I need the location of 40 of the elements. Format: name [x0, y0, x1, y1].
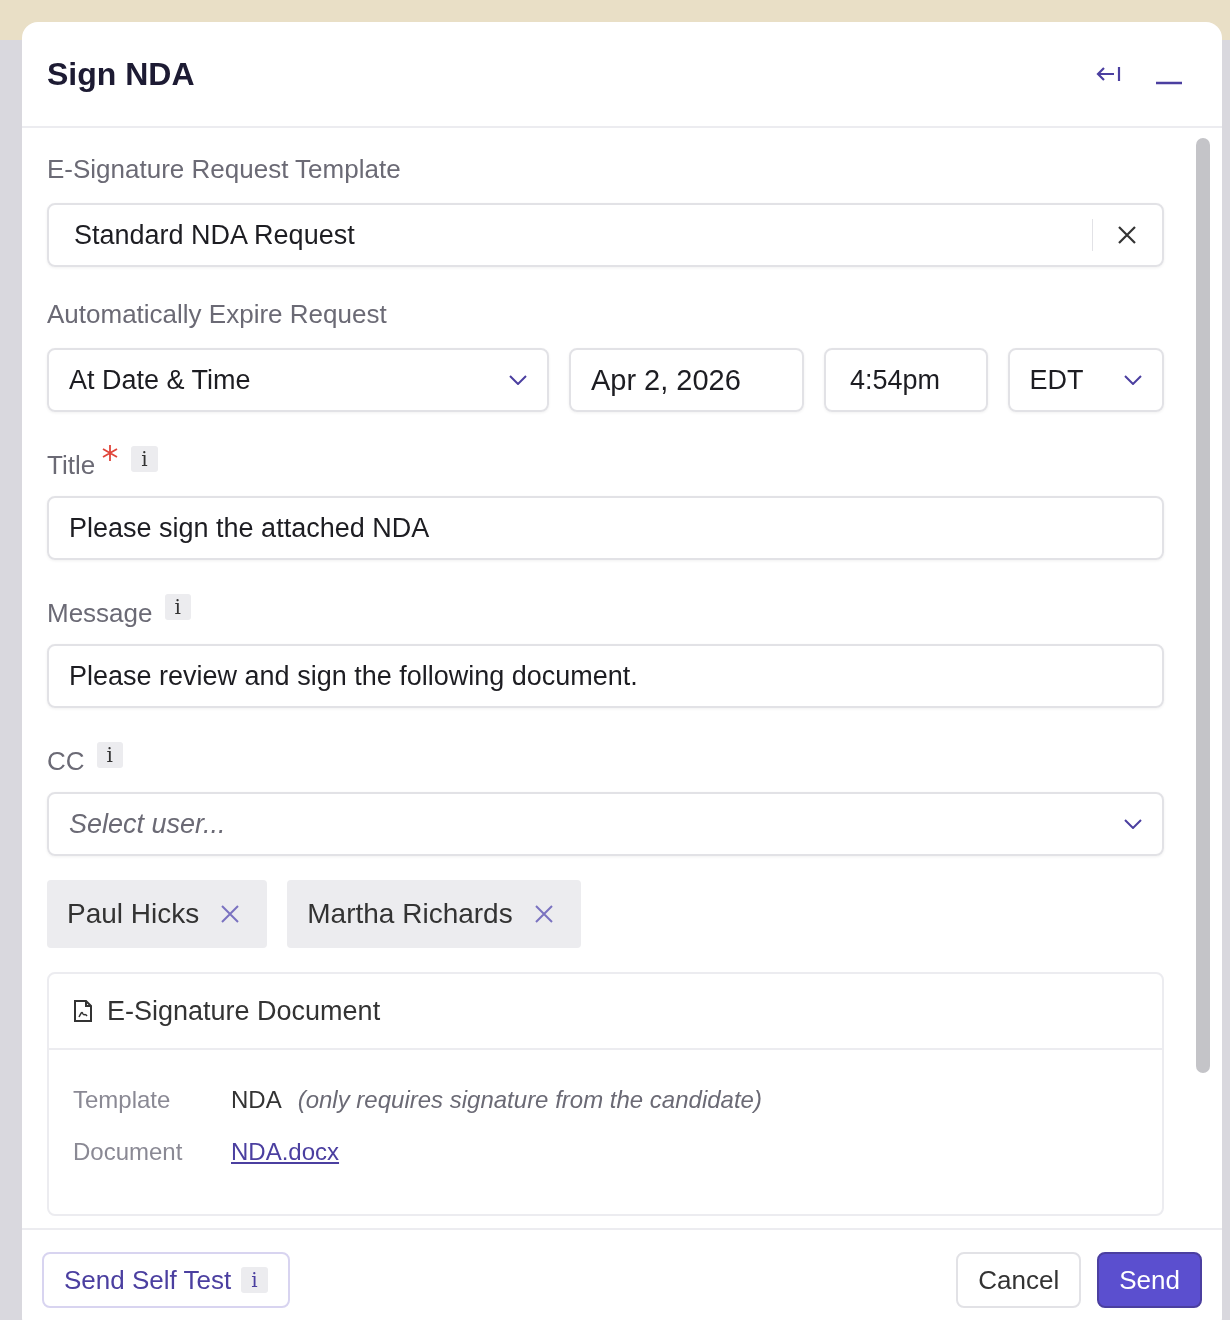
placeholder-text: Select user...: [69, 808, 227, 840]
time-field[interactable]: 4:54pm: [824, 348, 988, 412]
title-field[interactable]: Please sign the attached NDA: [47, 496, 1164, 560]
chevron-down-icon: [508, 375, 527, 385]
document-link[interactable]: NDA.docx: [231, 1138, 340, 1166]
template-select[interactable]: Standard NDA Request: [47, 203, 1164, 267]
cc-select[interactable]: Select user...: [47, 792, 1164, 856]
document-icon: [73, 999, 93, 1023]
row-note: (only requires signature from the candidate): [297, 1086, 762, 1114]
message-field[interactable]: Please review and sign the following document.: [47, 644, 1164, 708]
expire-mode-select[interactable]: At Date & Time: [47, 348, 549, 412]
chevron-down-icon: [1124, 375, 1142, 385]
card-title: E-Signature Document: [107, 995, 381, 1027]
select-value: Standard NDA Request: [74, 219, 356, 251]
date-field[interactable]: Apr 2, 2026: [568, 348, 805, 412]
field-label: Title: [47, 450, 96, 481]
info-badge[interactable]: i: [164, 594, 191, 620]
info-badge[interactable]: i: [241, 1267, 268, 1293]
field-label: CC: [47, 746, 85, 777]
row-label: Template: [73, 1086, 172, 1114]
timezone-select[interactable]: EDT: [1007, 348, 1164, 412]
minimize-icon[interactable]: [1156, 81, 1182, 85]
field-label: Automatically Expire Request: [47, 299, 388, 330]
send-self-test-button[interactable]: Send Self Test i: [42, 1252, 290, 1308]
send-button[interactable]: Send: [1097, 1252, 1202, 1308]
info-badge[interactable]: i: [96, 742, 123, 768]
dialog-title: Sign NDA: [47, 55, 196, 93]
remove-icon[interactable]: [534, 905, 553, 923]
chip-label: Martha Richards: [307, 898, 513, 930]
chip-label: Paul Hicks: [67, 898, 200, 930]
row-value: NDA: [231, 1086, 282, 1114]
info-badge[interactable]: i: [131, 446, 158, 472]
scrollbar-thumb[interactable]: [1196, 138, 1210, 1073]
field-label: Message: [47, 598, 153, 629]
remove-icon[interactable]: [221, 905, 240, 923]
field-label: E-Signature Request Template: [47, 154, 402, 185]
cancel-button[interactable]: Cancel: [956, 1252, 1082, 1308]
chevron-down-icon: [1124, 819, 1142, 829]
row-label: Document: [73, 1138, 184, 1166]
close-icon[interactable]: [1117, 225, 1137, 245]
